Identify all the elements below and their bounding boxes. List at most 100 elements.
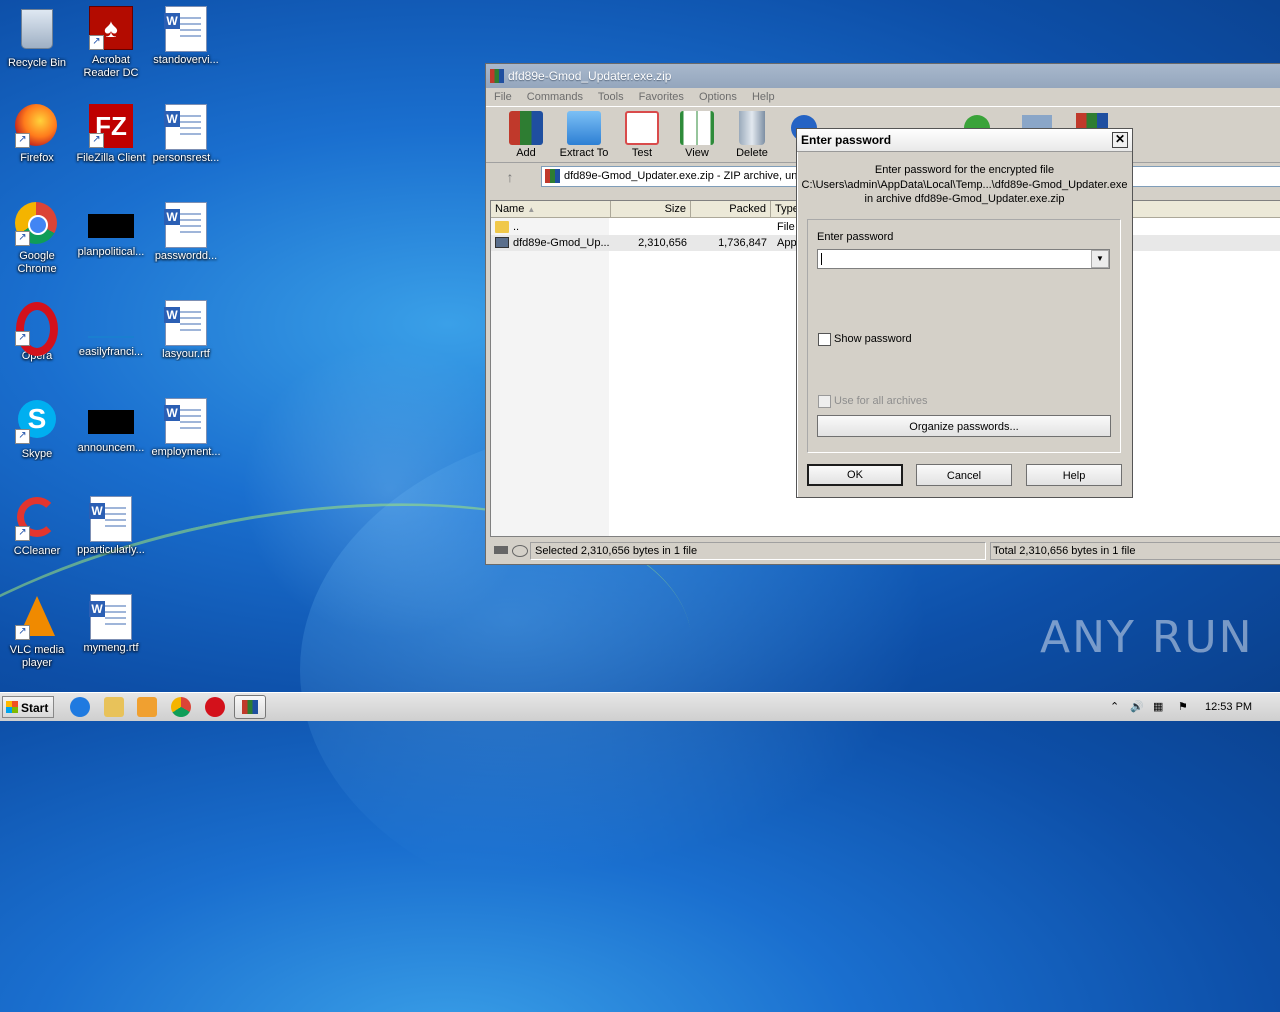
start-button[interactable]: Start: [2, 696, 54, 718]
word-doc-icon: W: [164, 104, 208, 150]
word-doc-icon: W: [164, 398, 208, 444]
column-packed[interactable]: Packed: [691, 201, 771, 217]
menu-commands[interactable]: Commands: [527, 91, 583, 103]
password-label: Enter password: [817, 231, 894, 243]
desktop-icon-announcem[interactable]: announcem...: [74, 398, 148, 455]
exe-file-icon: [495, 237, 509, 248]
text-caret: [821, 253, 822, 265]
ok-button[interactable]: OK: [807, 464, 903, 486]
column-size[interactable]: Size: [611, 201, 691, 217]
organize-passwords-button[interactable]: Organize passwords...: [817, 415, 1111, 437]
desktop-icon-acrobat[interactable]: ♠ ↗ Acrobat Reader DC: [74, 6, 148, 80]
dialog-line3: in archive dfd89e-Gmod_Updater.exe.zip: [864, 193, 1065, 205]
up-arrow-icon[interactable]: ↑: [494, 167, 526, 187]
dialog-line1: Enter password for the encrypted file: [874, 164, 1055, 176]
file-list-namecol-bg: [491, 201, 609, 536]
desktop-icon-easilyfranci[interactable]: easilyfranci...: [74, 300, 148, 359]
extract-folder-icon: [567, 111, 601, 145]
status-bar: Selected 2,310,656 bytes in 1 file Total…: [490, 542, 1280, 560]
desktop-icon-mymeng[interactable]: W mymeng.rtf: [74, 594, 148, 655]
desktop-icon-lasyour[interactable]: W lasyour.rtf: [149, 300, 223, 361]
winrar-title: dfd89e-Gmod_Updater.exe.zip: [508, 69, 672, 83]
menu-tools[interactable]: Tools: [598, 91, 624, 103]
flag-icon[interactable]: ⚑: [1178, 693, 1188, 721]
delete-button[interactable]: Delete: [722, 111, 782, 159]
add-button[interactable]: Add: [496, 111, 556, 159]
desktop-icon-personsrest[interactable]: W personsrest...: [149, 104, 223, 165]
word-doc-icon: W: [164, 202, 208, 248]
key-icon: [512, 545, 528, 557]
recycle-bin-icon: [15, 9, 59, 53]
trash-icon: [739, 111, 765, 145]
firefox-icon: ↗: [15, 104, 59, 148]
extract-to-button[interactable]: Extract To: [554, 111, 614, 159]
word-doc-icon: W: [89, 496, 133, 542]
desktop-icon-planpolitical[interactable]: planpolitical...: [74, 202, 148, 259]
black-file-icon: [88, 410, 134, 434]
black-file-icon: [88, 214, 134, 238]
desktop-icon-skype[interactable]: S ↗ Skype: [0, 398, 74, 461]
desktop-icon-ccleaner[interactable]: ↗ CCleaner: [0, 496, 74, 558]
show-password-checkbox[interactable]: [818, 333, 831, 346]
menu-options[interactable]: Options: [699, 91, 737, 103]
menu-file[interactable]: File: [494, 91, 512, 103]
folder-up-icon: [495, 221, 509, 233]
blank-file-icon: [88, 312, 134, 338]
menu-favorites[interactable]: Favorites: [639, 91, 684, 103]
chrome-icon: ↗: [15, 202, 59, 246]
desktop-icon-firefox[interactable]: ↗ Firefox: [0, 104, 74, 165]
word-doc-icon: W: [89, 594, 133, 640]
desktop-icon-opera[interactable]: ↗ Opera: [0, 300, 74, 363]
desktop-icon-recycle-bin[interactable]: Recycle Bin: [0, 6, 74, 70]
chrome-taskbar-icon[interactable]: [171, 697, 191, 717]
word-doc-icon: W: [164, 300, 208, 346]
winrar-icon: [490, 69, 504, 83]
drive-icon: [494, 546, 508, 554]
taskbar: Start ⌃ 🔊 ▦ ⚑ 12:53 PM: [0, 692, 1280, 721]
desktop-icon-chrome[interactable]: ↗ Google Chrome: [0, 202, 74, 276]
show-hidden-icons-icon[interactable]: ⌃: [1110, 693, 1119, 721]
cancel-button[interactable]: Cancel: [916, 464, 1012, 486]
explorer-icon[interactable]: [104, 697, 124, 717]
desktop-icon-passwordd[interactable]: W passwordd...: [149, 202, 223, 263]
winrar-taskbar-button[interactable]: [234, 695, 266, 719]
winrar-taskbar-icon: [242, 700, 258, 714]
winrar-titlebar[interactable]: dfd89e-Gmod_Updater.exe.zip: [486, 64, 1280, 88]
desktop-icon-employment[interactable]: W employment...: [149, 398, 223, 459]
show-password-label[interactable]: Show password: [834, 333, 912, 345]
acrobat-icon: ♠ ↗: [89, 6, 133, 50]
opera-taskbar-icon[interactable]: [205, 697, 225, 717]
word-doc-icon: W: [164, 6, 208, 52]
status-selected: Selected 2,310,656 bytes in 1 file: [530, 542, 986, 560]
filezilla-icon: FZ ↗: [89, 104, 133, 148]
close-icon[interactable]: ✕: [1112, 132, 1128, 148]
dialog-title: Enter password: [801, 133, 892, 147]
archive-icon: [545, 169, 560, 183]
dialog-line2: C:\Users\admin\AppData\Local\Temp...\dfd…: [801, 179, 1128, 191]
winrar-menubar: File Commands Tools Favorites Options He…: [486, 88, 1280, 106]
view-button[interactable]: View: [667, 111, 727, 159]
network-icon[interactable]: ▦: [1153, 693, 1163, 721]
chevron-down-icon[interactable]: ▼: [1091, 250, 1109, 268]
use-for-all-checkbox[interactable]: [818, 395, 831, 408]
desktop-icon-filezilla[interactable]: FZ ↗ FileZilla Client: [74, 104, 148, 165]
test-icon: [625, 111, 659, 145]
desktop-icon-standoverview[interactable]: W standovervi...: [149, 6, 223, 67]
clock[interactable]: 12:53 PM: [1205, 693, 1252, 721]
add-icon: [509, 111, 543, 145]
volume-icon[interactable]: 🔊: [1130, 693, 1144, 721]
password-input[interactable]: ▼: [817, 249, 1110, 269]
media-player-icon[interactable]: [137, 697, 157, 717]
vlc-icon: ↗: [15, 596, 59, 640]
desktop-icon-pparticularly[interactable]: W pparticularly...: [74, 496, 148, 557]
menu-help[interactable]: Help: [752, 91, 775, 103]
desktop-icon-vlc[interactable]: ↗ VLC media player: [0, 594, 74, 670]
anyrun-watermark: ANY RUN: [1040, 612, 1254, 663]
dialog-titlebar[interactable]: Enter password ✕: [797, 129, 1132, 152]
help-button[interactable]: Help: [1026, 464, 1122, 486]
ccleaner-icon: ↗: [15, 497, 59, 541]
column-name[interactable]: Name ▲: [491, 201, 611, 217]
ie-icon[interactable]: [70, 697, 90, 717]
status-total: Total 2,310,656 bytes in 1 file: [990, 542, 1280, 560]
test-button[interactable]: Test: [612, 111, 672, 159]
